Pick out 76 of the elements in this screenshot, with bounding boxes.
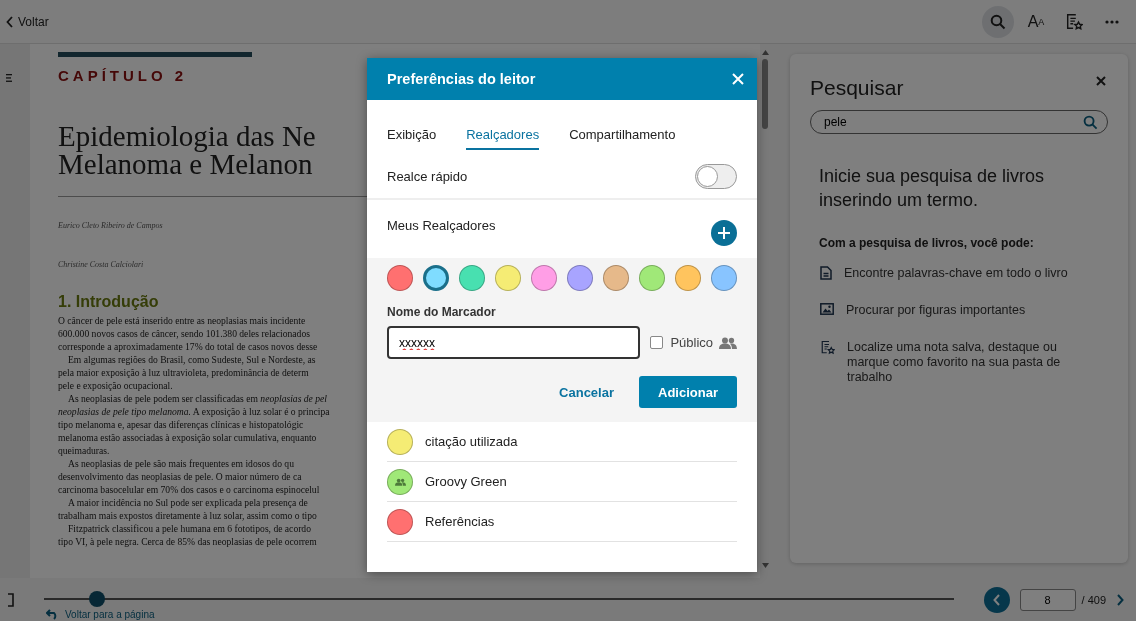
highlighter-item[interactable]: Referências <box>387 502 737 542</box>
text-line: pela maior exposição à luz ultravioleta, predominância de determ <box>58 366 309 379</box>
notes-star-icon <box>820 340 835 355</box>
tab[interactable]: Realçadores <box>466 127 540 150</box>
cancel-button[interactable]: Cancelar <box>559 384 614 400</box>
scroll-down-arrow-icon[interactable] <box>761 563 769 568</box>
text-line: neoplasias de pele tipo melanoma. A exposição à luz solar é o principa <box>58 405 330 418</box>
highlighter-item[interactable]: Groovy Green <box>387 462 737 502</box>
highlighter-item[interactable]: citação utilizada <box>387 422 737 462</box>
add-highlighter-button[interactable]: Adicionar <box>639 376 737 408</box>
previous-page-button[interactable] <box>983 586 1010 613</box>
quick-highlight-toggle[interactable] <box>695 163 737 189</box>
scrollbar[interactable] <box>760 50 770 568</box>
dialog-title: Preferências do leitor <box>387 71 536 87</box>
name-field[interactable]: xxxxxx <box>387 326 641 359</box>
panel-title: Pesquisar <box>810 76 904 100</box>
add-button[interactable] <box>711 220 737 246</box>
chevron-left-icon[interactable] <box>992 593 1001 606</box>
back-button[interactable]: Voltar <box>6 14 49 29</box>
back-chevron-icon[interactable] <box>6 15 14 28</box>
text-line: melanoma estão associadas à exposição solar cumulativa, enquanto <box>58 431 317 444</box>
quick-highlight-label: Realce rápido <box>387 168 468 184</box>
undo-arrow-icon[interactable] <box>46 609 59 620</box>
tab[interactable]: Exibição <box>387 127 437 150</box>
close-button[interactable] <box>732 73 744 85</box>
text-line: pele e exposição ocupacional. <box>58 379 173 392</box>
intro-text: Inicie sua pesquisa de livros inserindo um termo. <box>819 165 1046 212</box>
text-line: O câncer de pele está inserido entre as neoplasias mais incidente <box>58 314 306 327</box>
search-icon[interactable] <box>990 13 1006 30</box>
progress-slider[interactable] <box>44 591 954 607</box>
text-line: A maior incidência no Sul pode ser explicada pela presença de <box>67 496 308 509</box>
search-field[interactable]: pele <box>810 110 1108 134</box>
feature-text: Encontre palavras-chave em todo o livro <box>844 266 1069 281</box>
scroll-up-arrow-icon[interactable] <box>761 50 769 55</box>
section-heading: 1. Introdução <box>58 293 160 311</box>
contents-icon[interactable] <box>6 74 12 82</box>
tab[interactable]: Compartilhamento <box>569 127 676 150</box>
feature-text: Procurar por figuras importantes <box>846 303 1027 318</box>
plus-icon[interactable] <box>718 227 730 239</box>
features-heading: Com a pesquisa de livros, você pode: <box>819 236 1035 250</box>
feature-text: Localize uma nota salva, destaque ou marque como favorito na sua pasta de trabalho <box>847 340 1062 385</box>
text-line: tipo melanoma e, apesar das diferenças clínicas e histopatológic <box>58 418 304 431</box>
text-line: corresponde a aproximadamente 17% do total de casos novos desse <box>58 340 318 353</box>
text-line: Fitzpatrick classificou a pele humana em 6 fototipos, de acordo <box>67 522 311 535</box>
text-line: Em algumas regiões do Brasil, como Sudeste, Sul e Nordeste, as <box>67 353 316 366</box>
chapter-title: Epidemiologia das Ne <box>58 122 316 150</box>
public-checkbox[interactable] <box>650 336 664 349</box>
people-icon <box>719 336 737 349</box>
next-page-button[interactable] <box>1116 593 1124 606</box>
shared-icon <box>394 477 406 486</box>
image-icon <box>820 303 834 315</box>
notes-star-icon[interactable] <box>1065 12 1083 31</box>
author-name: Christine Costa Calciolari <box>58 260 144 269</box>
text-line: As neoplasias de pele podem ser classificadas em neoplasias de pel <box>67 392 327 405</box>
text-line: 600.000 novos casos de câncer, sendo 101.380 deles relacionados <box>58 327 310 340</box>
page-number-field[interactable]: 8 <box>1019 588 1076 611</box>
more-icon[interactable] <box>1105 19 1119 24</box>
text-line: queimaduras. <box>58 444 110 457</box>
public-label: Público <box>670 335 714 350</box>
back-to-page-link[interactable]: Voltar para a página <box>46 609 155 620</box>
page-total: / 409 <box>1081 593 1106 606</box>
color-swatch[interactable] <box>423 265 449 291</box>
author-name: Eurico Cleto Ribeiro de Campos <box>58 221 163 230</box>
text-line: As neoplasias de pele são mais frequentes em idosos do qu <box>67 457 294 470</box>
slider-thumb[interactable] <box>88 591 105 607</box>
text-line: tipo VI, à pele negra. Cerca de 85% das neoplasias de pele ocorrem <box>58 535 317 548</box>
text-line: trabalham mais expostos diretamente à luz solar, assim como o tipo <box>58 509 317 522</box>
document-icon <box>820 266 832 280</box>
search-button[interactable] <box>982 5 1014 38</box>
field-label: Nome do Marcador <box>387 305 497 319</box>
text-line: carcinoma basocelular em 70% dos casos e o carcinoma espinocelul <box>58 483 320 496</box>
font-size-button[interactable]: AA <box>1020 5 1052 38</box>
section-label: Meus Realçadores <box>387 217 496 233</box>
chapter-label: CAPÍTULO 2 <box>58 67 188 84</box>
search-icon[interactable] <box>1083 115 1098 130</box>
text-line: desenvolvimento das neoplasias de pele. O maior número de ca <box>58 470 302 483</box>
